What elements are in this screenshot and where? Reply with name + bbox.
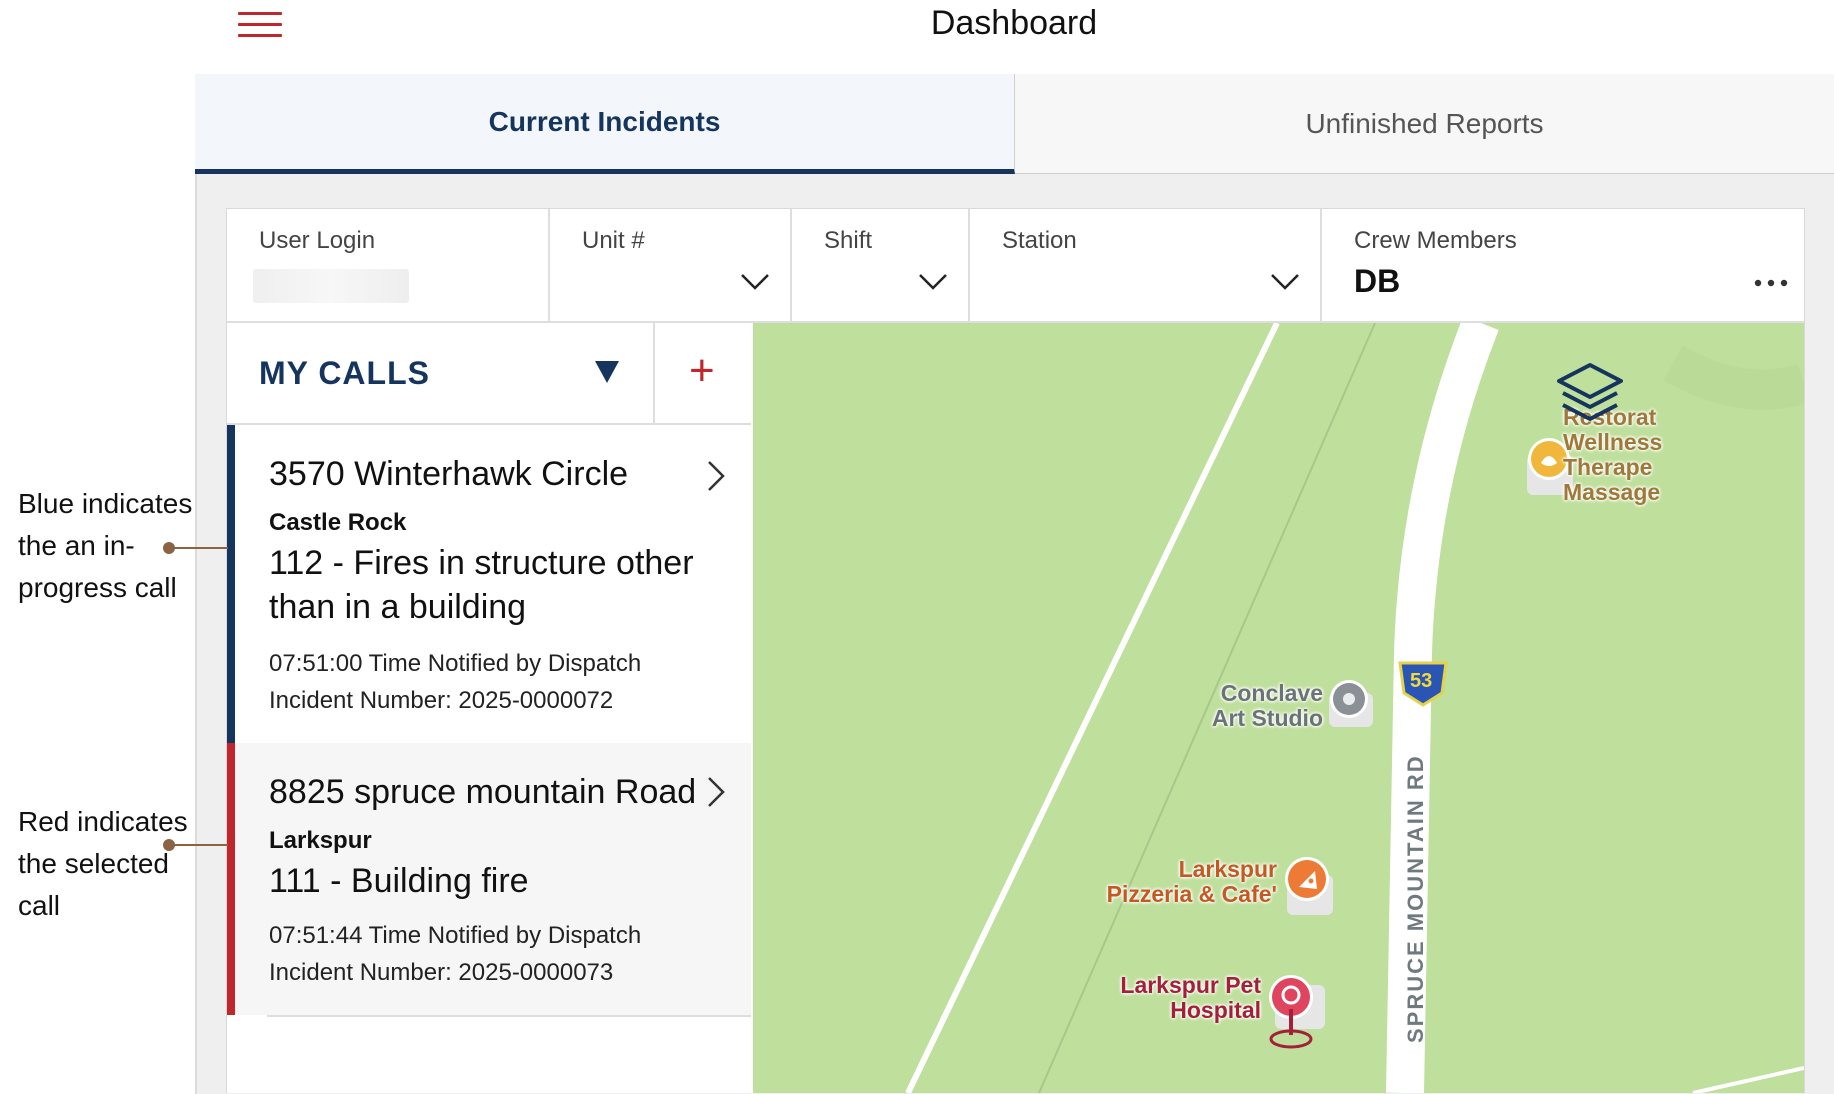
call-time-notified: 07:51:44 Time Notified by Dispatch xyxy=(269,922,642,949)
crew-members-value: DB xyxy=(1354,263,1401,299)
caret-down-icon[interactable] xyxy=(595,361,619,383)
chevron-down-icon xyxy=(741,274,769,290)
tab-unfinished-reports[interactable]: Unfinished Reports xyxy=(1015,74,1834,174)
add-call-button[interactable]: + xyxy=(653,323,753,423)
road-label: SPRUCE MOUNTAIN RD xyxy=(1403,754,1428,1043)
poi-name-line: Hospital xyxy=(1170,997,1261,1023)
call-item[interactable]: 3570 Winterhawk Circle Castle Rock 112 -… xyxy=(227,425,751,743)
annotation-pointer-line xyxy=(170,844,228,846)
shift-label: Shift xyxy=(824,227,873,254)
call-incident-number: Incident Number: 2025-0000072 xyxy=(269,687,614,714)
annotation-line: progress call xyxy=(18,572,177,603)
poi-name-line: Larkspur Pet xyxy=(1120,972,1261,998)
incidents-card: User Login Unit # Shift Station Crew Mem… xyxy=(226,208,1805,1093)
pet-hospital-icon[interactable] xyxy=(1259,971,1331,1053)
annotation-line: the selected xyxy=(18,848,169,879)
chevron-down-icon xyxy=(1271,274,1299,290)
crew-members-field[interactable]: Crew Members DB xyxy=(1322,209,1804,321)
divider xyxy=(267,1015,751,1017)
my-calls-header: MY CALLS + xyxy=(227,323,751,425)
user-login-field[interactable]: User Login xyxy=(227,209,550,321)
annotation-line: call xyxy=(18,890,61,921)
annotation-line: Blue indicates xyxy=(18,488,193,519)
layers-icon[interactable] xyxy=(1555,361,1625,427)
filter-row: User Login Unit # Shift Station Crew Mem… xyxy=(227,209,1804,323)
user-login-value xyxy=(253,269,409,303)
chevron-right-icon xyxy=(708,461,725,491)
user-login-label: User Login xyxy=(259,227,376,254)
my-calls-title: MY CALLS xyxy=(259,355,430,391)
pizza-icon[interactable] xyxy=(1277,855,1339,919)
crew-members-label: Crew Members xyxy=(1354,227,1517,254)
more-horizontal-icon[interactable] xyxy=(1754,279,1788,287)
poi-name-line: Pizzeria & Cafe' xyxy=(1106,881,1277,907)
plus-icon: + xyxy=(689,346,715,395)
poi-name-line: Art Studio xyxy=(1211,705,1323,731)
chevron-right-icon xyxy=(708,777,725,807)
annotation-pointer-line xyxy=(170,547,228,549)
station-select[interactable]: Station xyxy=(970,209,1322,321)
call-nature: 111 - Building fire xyxy=(269,862,529,900)
call-item-selected[interactable]: 8825 spruce mountain Road Larkspur 111 -… xyxy=(227,743,751,1015)
call-time-notified: 07:51:00 Time Notified by Dispatch xyxy=(269,650,642,677)
unit-select[interactable]: Unit # xyxy=(550,209,792,321)
poi-name-line: Larkspur xyxy=(1178,856,1277,882)
annotation-line: Red indicates xyxy=(18,806,188,837)
call-city: Castle Rock xyxy=(269,509,407,536)
chevron-down-icon xyxy=(919,274,947,290)
station-label: Station xyxy=(1002,227,1077,254)
call-incident-number: Incident Number: 2025-0000073 xyxy=(269,959,614,986)
map-view[interactable]: 53 SPRUCE MOUNTAIN RD Conclave Art Studi… xyxy=(753,323,1804,1093)
call-address: 8825 spruce mountain Road xyxy=(269,773,697,811)
poi-name-line: Massage xyxy=(1563,479,1661,505)
page-title: Dashboard xyxy=(930,4,1098,42)
poi-larkspur-pet-hospital[interactable]: Larkspur Pet Hospital xyxy=(1013,973,1261,1023)
tab-current-incidents[interactable]: Current Incidents xyxy=(195,74,1015,174)
route-shield-number: 53 xyxy=(1410,670,1433,692)
poi-name-line: Therape xyxy=(1563,454,1653,480)
call-address: 3570 Winterhawk Circle xyxy=(269,455,629,493)
call-city: Larkspur xyxy=(269,827,372,854)
call-nature: 112 - Fires in structure other than in a… xyxy=(269,544,694,626)
shift-select[interactable]: Shift xyxy=(792,209,970,321)
annotation-red: Red indicates the selected call xyxy=(18,801,188,927)
poi-larkspur-pizzeria[interactable]: Larkspur Pizzeria & Cafe' xyxy=(1053,857,1277,907)
unit-label: Unit # xyxy=(582,227,645,254)
poi-name-line: Wellness xyxy=(1563,429,1663,455)
poi-name-line: Conclave xyxy=(1220,680,1323,706)
poi-conclave-art-studio[interactable]: Conclave Art Studio xyxy=(1123,681,1323,731)
studio-pin-icon[interactable] xyxy=(1325,677,1377,729)
tab-bar: Current Incidents Unfinished Reports xyxy=(195,74,1834,174)
